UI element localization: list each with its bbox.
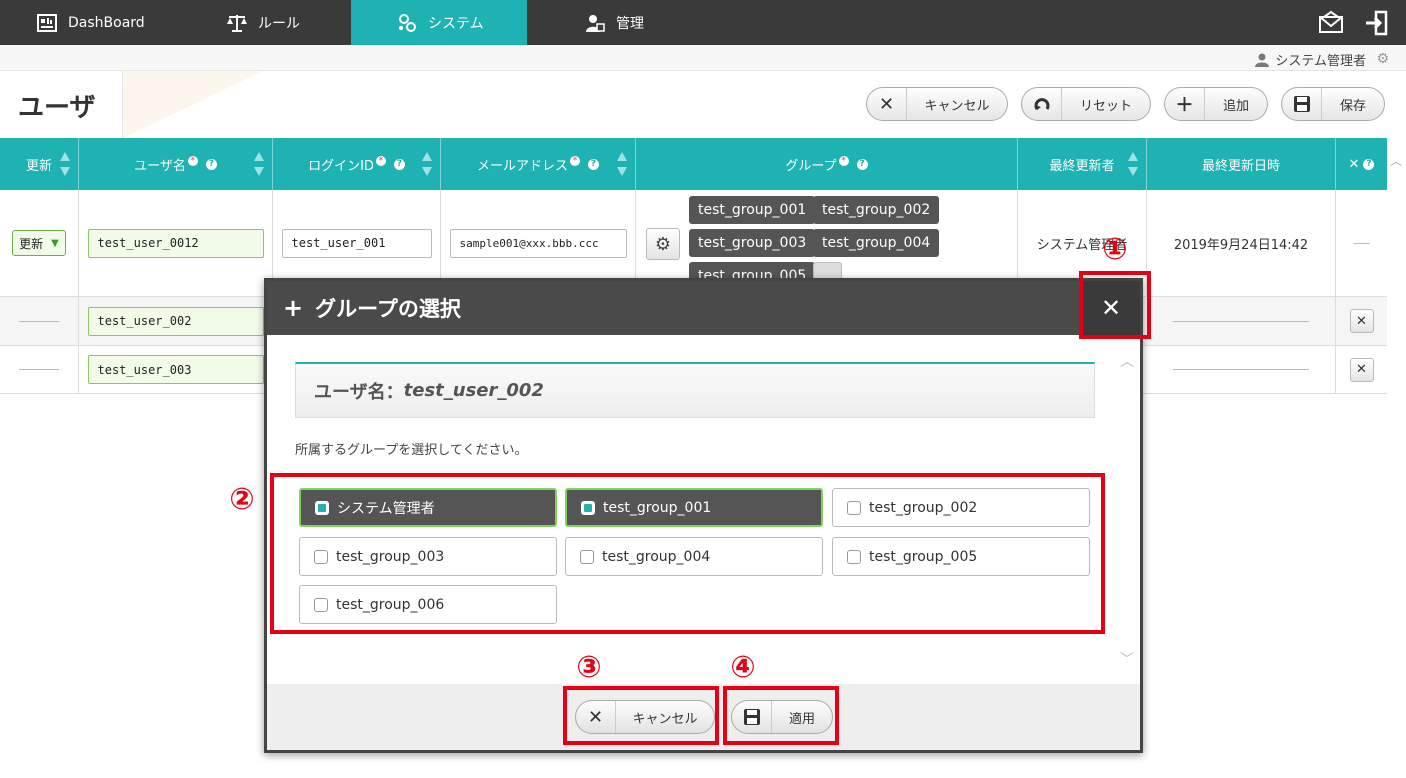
nav-rule-label: ルール <box>258 15 300 32</box>
annotation-number-2: ② <box>229 481 255 517</box>
user-bar: システム管理者 ⚙ <box>0 45 1406 71</box>
gears-icon <box>396 12 418 34</box>
annotation-number-4: ④ <box>730 649 756 685</box>
update-select[interactable]: 更新 ▼ <box>12 230 66 256</box>
required-icon: * <box>570 156 580 166</box>
delete-row-button[interactable]: ✕ <box>1349 309 1374 333</box>
plus-icon: ＋ <box>1165 88 1205 120</box>
sort-icon[interactable] <box>617 152 627 176</box>
floppy-icon <box>1282 88 1322 120</box>
reset-icon <box>1022 88 1062 120</box>
group-tag: test_group_002 <box>813 196 940 224</box>
help-icon: ? <box>393 158 405 170</box>
user-icon <box>1255 53 1270 67</box>
empty-dash <box>1353 242 1370 244</box>
dialog-user-card: ユーザ名： test_user_002 <box>295 362 1095 418</box>
group-settings-gear-icon[interactable]: ⚙ <box>646 228 680 260</box>
sort-icon[interactable] <box>60 152 70 176</box>
current-user-name: システム管理者 <box>1275 54 1366 69</box>
dialog-user-value: test_user_002 <box>403 380 544 401</box>
help-icon: ? <box>205 158 217 170</box>
save-button[interactable]: 保存 <box>1281 87 1385 121</box>
last-updated: 2019年9月24日14:42 <box>1173 237 1309 253</box>
group-tag: test_group_001 <box>689 196 816 224</box>
dialog-header: + グループの選択 <box>267 281 1140 335</box>
col-login-id[interactable]: ログインID *? <box>273 138 441 190</box>
scroll-up-icon[interactable]: ︿ <box>1120 351 1134 371</box>
username-field[interactable]: test_user_003 <box>87 355 264 384</box>
plus-icon: + <box>283 294 304 322</box>
required-icon: * <box>838 156 849 166</box>
annotation-box-1 <box>1079 271 1151 339</box>
annotation-number-3: ③ <box>576 649 602 685</box>
login-id-field[interactable]: test_user_001 <box>281 228 432 258</box>
delete-row-button[interactable]: ✕ <box>1349 357 1374 382</box>
annotation-number-1: ① <box>1102 231 1128 267</box>
nav-system-label: システム <box>428 15 484 32</box>
group-tag: test_group_003 <box>689 229 816 257</box>
username-field[interactable]: test_user_0012 <box>87 228 264 258</box>
sort-icon[interactable] <box>1128 152 1138 176</box>
empty-dash <box>19 320 59 322</box>
chevron-down-icon: ▼ <box>51 237 59 249</box>
logout-icon[interactable] <box>1364 10 1390 36</box>
col-update[interactable]: 更新 <box>0 138 79 190</box>
help-icon: ? <box>588 158 599 170</box>
nav-admin-label: 管理 <box>616 15 644 32</box>
title-divider <box>122 71 123 138</box>
dialog-title: グループの選択 <box>315 297 461 321</box>
empty-dash <box>19 369 59 370</box>
col-last-updater[interactable]: 最終更新者 <box>1018 138 1147 190</box>
email-field[interactable]: sample001@xxx.bbb.ccc <box>449 228 627 258</box>
current-user[interactable]: システム管理者 <box>1255 50 1366 69</box>
title-bar: ユーザ ✕ キャンセル リセット ＋ 追加 保存 <box>0 71 1406 138</box>
username-field[interactable]: test_user_002 <box>87 306 264 336</box>
scale-icon <box>226 12 248 34</box>
add-button[interactable]: ＋ 追加 <box>1164 87 1268 121</box>
nav-dashboard-label: DashBoard <box>68 14 145 31</box>
dashboard-icon <box>36 12 58 34</box>
dialog-instruction: 所属するグループを選択してください。 <box>295 443 528 458</box>
scroll-down-icon[interactable]: ﹀ <box>1120 649 1134 669</box>
col-email[interactable]: メールアドレス *? <box>441 138 636 190</box>
mail-icon[interactable] <box>1318 10 1344 36</box>
col-username[interactable]: ユーザ名 *? <box>79 138 273 190</box>
annotation-box-3 <box>563 686 719 745</box>
required-icon: * <box>187 156 198 166</box>
help-icon: ? <box>1363 158 1375 170</box>
sort-icon[interactable] <box>254 152 264 176</box>
title-decoration <box>123 71 263 138</box>
dialog-user-label: ユーザ名： <box>314 381 404 403</box>
annotation-box-2 <box>270 473 1105 634</box>
settings-gear-icon[interactable]: ⚙ <box>1376 51 1389 67</box>
nav-system[interactable]: システム <box>351 0 527 45</box>
required-icon: * <box>375 156 386 166</box>
annotation-box-4 <box>723 686 839 745</box>
help-icon: ? <box>856 158 868 170</box>
col-delete: ✕? <box>1336 138 1387 190</box>
empty-dash <box>1173 320 1309 322</box>
page-title: ユーザ <box>18 93 96 123</box>
sort-icon[interactable] <box>422 152 432 176</box>
nav-admin[interactable]: 管理 <box>584 0 644 45</box>
cancel-button[interactable]: ✕ キャンセル <box>866 87 1008 121</box>
empty-dash <box>1173 369 1309 370</box>
col-last-updated: 最終更新日時 <box>1147 138 1336 190</box>
col-group: グループ *? <box>636 138 1018 190</box>
table-header: 更新 ユーザ名 *? ログインID *? メールアドレス *? グループ *? 最終更新… <box>0 138 1387 190</box>
nav-rule[interactable]: ルール <box>226 0 300 45</box>
top-nav: DashBoard ルール システム 管理 <box>0 0 1406 45</box>
group-tag: test_group_004 <box>813 229 940 257</box>
scroll-up-icon[interactable]: ︿ <box>1390 152 1402 169</box>
nav-dashboard[interactable]: DashBoard <box>36 0 145 45</box>
user-admin-icon <box>584 12 606 34</box>
reset-button[interactable]: リセット <box>1021 87 1151 121</box>
close-icon: ✕ <box>867 88 907 120</box>
